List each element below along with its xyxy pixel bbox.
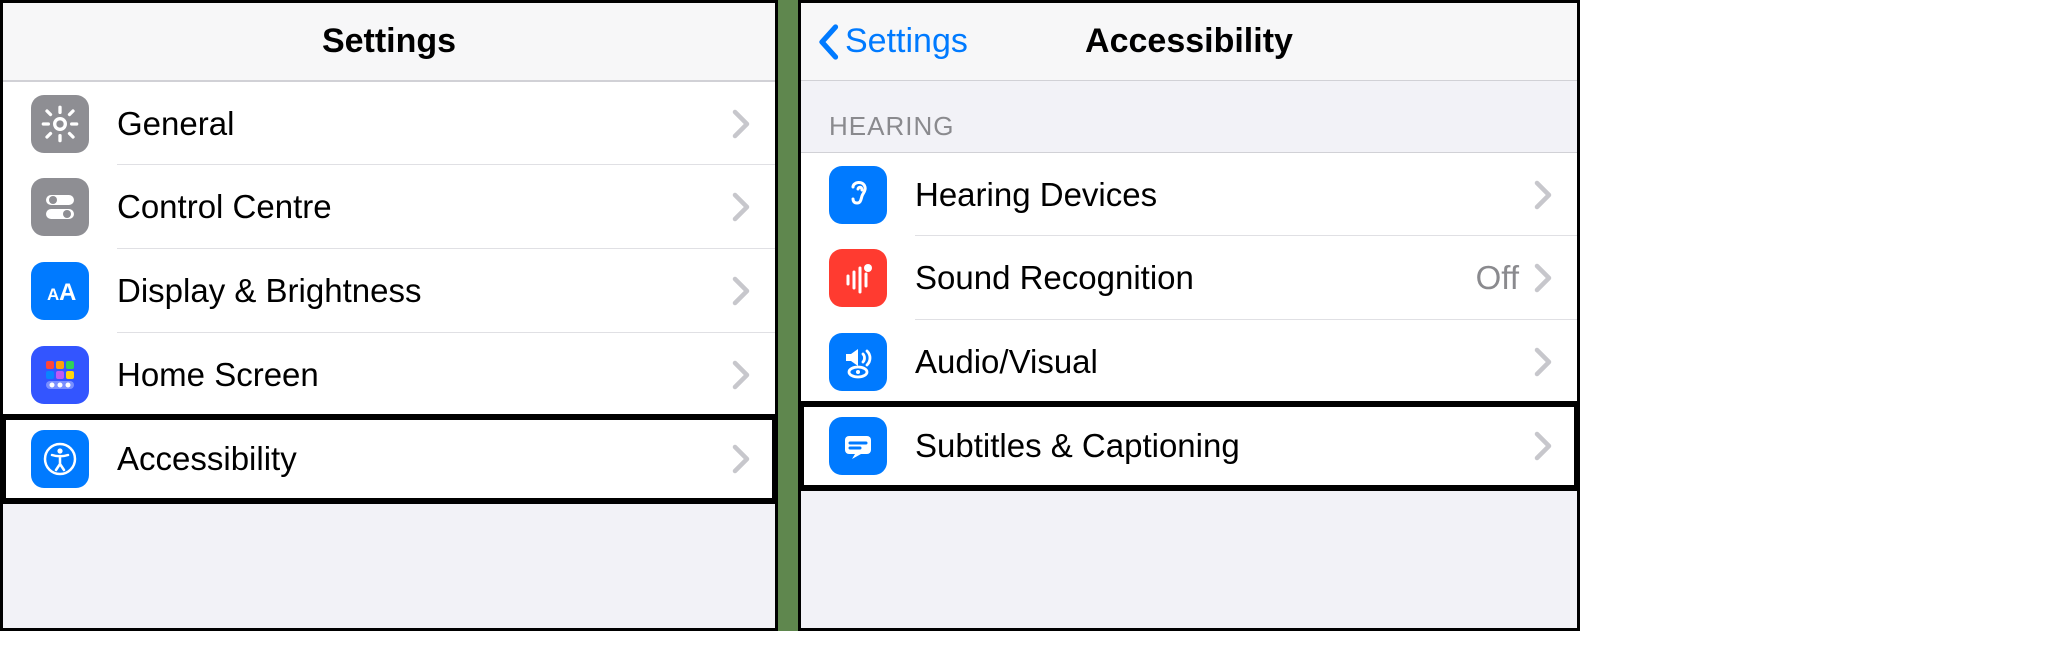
back-label: Settings (845, 22, 968, 61)
row-sound-recognition[interactable]: Sound Recognition Off (801, 236, 1577, 320)
chevron-right-icon (731, 109, 751, 139)
row-audio-visual[interactable]: Audio/Visual (801, 320, 1577, 404)
accessibility-icon (31, 430, 89, 488)
row-audio-visual-label: Audio/Visual (915, 343, 1533, 381)
row-display-brightness[interactable]: A A Display & Brightness (3, 249, 775, 333)
toggles-icon (31, 178, 89, 236)
chevron-right-icon (1533, 180, 1553, 210)
sound-wave-icon (829, 249, 887, 307)
row-accessibility-label: Accessibility (117, 440, 731, 478)
app-grid-icon (31, 346, 89, 404)
chevron-right-icon (731, 276, 751, 306)
row-home-screen-label: Home Screen (117, 356, 731, 394)
panel-divider (778, 0, 798, 631)
chevron-right-icon (1533, 263, 1553, 293)
gear-icon (31, 95, 89, 153)
svg-text:A: A (59, 279, 76, 306)
accessibility-header: Settings Accessibility (801, 3, 1577, 81)
accessibility-list: Hearing Devices Sound Recogniti (801, 152, 1577, 488)
row-subtitles-captioning[interactable]: Subtitles & Captioning (801, 404, 1577, 488)
chevron-right-icon (1533, 347, 1553, 377)
speaker-eye-icon (829, 333, 887, 391)
chevron-left-icon (815, 22, 841, 62)
text-size-icon: A A (31, 262, 89, 320)
row-hearing-devices-label: Hearing Devices (915, 176, 1533, 214)
chevron-right-icon (731, 360, 751, 390)
chevron-right-icon (731, 444, 751, 474)
row-sound-recognition-label: Sound Recognition (915, 259, 1476, 297)
settings-list: General Control Centre (3, 81, 775, 501)
row-general-label: General (117, 105, 731, 143)
settings-panel: Settings General (0, 0, 778, 631)
row-control-centre-label: Control Centre (117, 188, 731, 226)
settings-header: Settings (3, 3, 775, 81)
row-control-centre[interactable]: Control Centre (3, 165, 775, 249)
chevron-right-icon (731, 192, 751, 222)
row-hearing-devices[interactable]: Hearing Devices (801, 152, 1577, 236)
row-display-brightness-label: Display & Brightness (117, 272, 731, 310)
captions-icon (829, 417, 887, 475)
accessibility-panel: Settings Accessibility Hearing Hearing D… (798, 0, 1580, 631)
ear-icon (829, 166, 887, 224)
row-accessibility[interactable]: Accessibility (3, 417, 775, 501)
svg-text:A: A (47, 285, 59, 304)
blank-area (1580, 0, 2048, 655)
row-general[interactable]: General (3, 81, 775, 165)
row-home-screen[interactable]: Home Screen (3, 333, 775, 417)
back-button[interactable]: Settings (801, 22, 968, 62)
row-sound-recognition-value: Off (1476, 259, 1519, 297)
settings-title: Settings (3, 22, 775, 61)
chevron-right-icon (1533, 431, 1553, 461)
section-hearing: Hearing (801, 81, 1577, 152)
row-subtitles-captioning-label: Subtitles & Captioning (915, 427, 1533, 465)
